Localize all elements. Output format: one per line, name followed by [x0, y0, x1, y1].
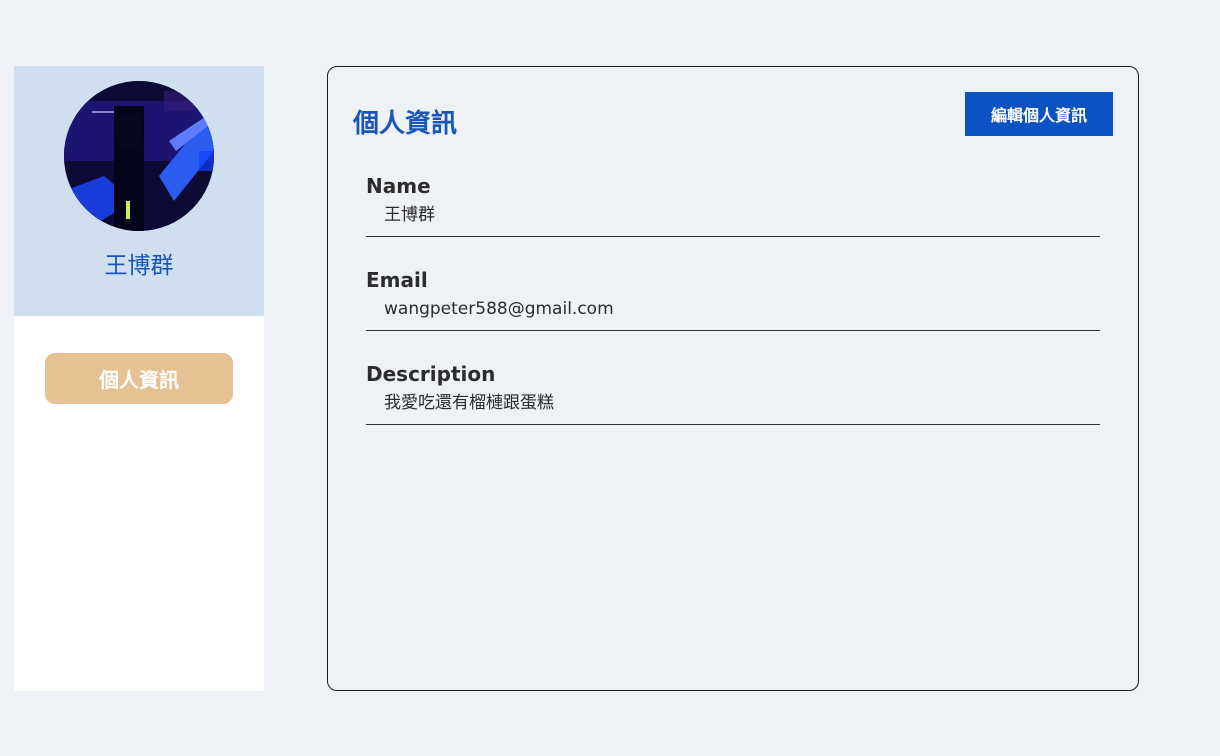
- name-field: Name 王博群: [366, 172, 1100, 237]
- profile-info-card: 個人資訊 編輯個人資訊 Name 王博群 Email wangpeter588@…: [327, 66, 1139, 691]
- name-value: 王博群: [384, 205, 435, 225]
- page-title: 個人資訊: [353, 109, 458, 139]
- profile-page: 王博群 個人資訊 個人資訊 編輯個人資訊 Name 王博群 Email wang…: [0, 0, 1220, 756]
- email-field: Email wangpeter588@gmail.com: [366, 266, 1100, 331]
- email-value: wangpeter588@gmail.com: [384, 299, 614, 319]
- sidebar-profile-header: 王博群: [14, 66, 264, 316]
- name-label: Name: [366, 174, 431, 198]
- user-name: 王博群: [104, 253, 174, 279]
- description-value: 我愛吃還有榴槤跟蛋糕: [384, 393, 554, 413]
- edit-profile-button[interactable]: 編輯個人資訊: [965, 92, 1113, 136]
- sidebar: 王博群 個人資訊: [14, 66, 264, 691]
- description-label: Description: [366, 362, 496, 386]
- email-label: Email: [366, 268, 428, 292]
- profile-info-nav-button[interactable]: 個人資訊: [45, 353, 233, 404]
- description-field: Description 我愛吃還有榴槤跟蛋糕: [366, 360, 1100, 425]
- avatar: [64, 81, 214, 231]
